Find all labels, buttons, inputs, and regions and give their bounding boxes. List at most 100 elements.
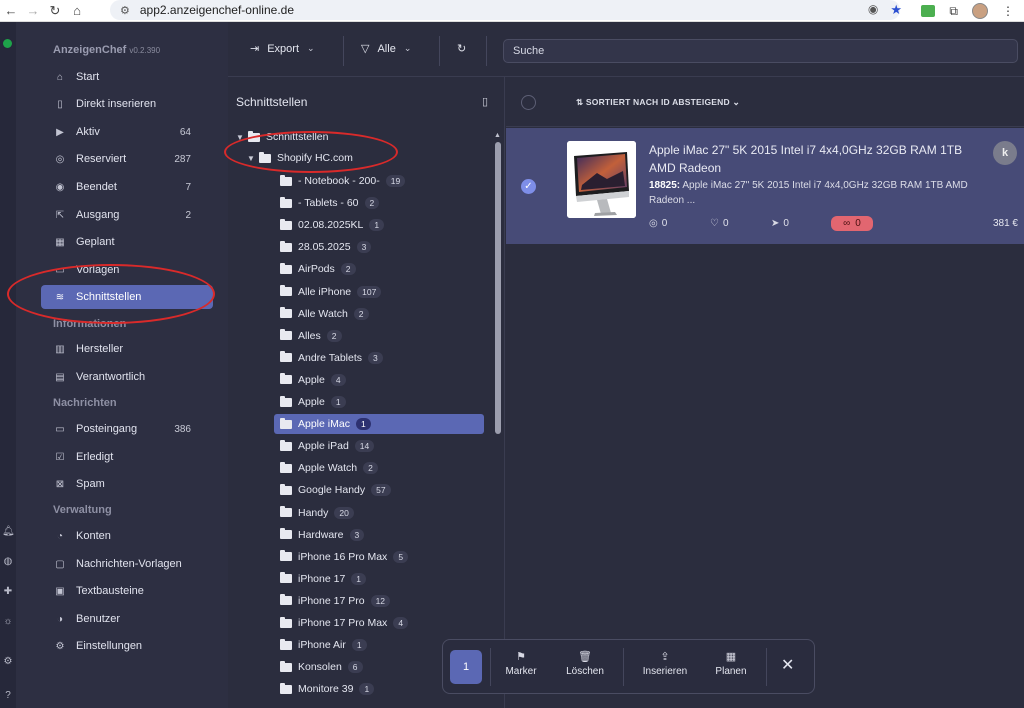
browser-menu-icon[interactable]: ⋮ [1002,4,1014,18]
publish-button[interactable]: ⇪ Inserieren [637,650,693,686]
sidebar-item-verantwortlich[interactable]: ▤ Verantwortlich [41,365,213,389]
tree-folder-item[interactable]: Konsolen 6 [280,657,363,677]
sort-lines-icon: ⇅ [576,97,584,107]
check-square-icon: ☑ [55,451,65,463]
tree-folder-item[interactable]: Apple iMac 1 [274,414,484,435]
select-all-checkbox[interactable] [521,95,536,110]
scroll-up-arrow-icon[interactable]: ▲ [494,132,501,139]
export-button[interactable]: ⇥ Export ⌄ [250,42,315,56]
tree-folder-item[interactable]: 02.08.2025KL 1 [280,215,385,235]
tree-folder-item[interactable]: - Notebook - 200- 19 [280,171,406,191]
tree-folder-item[interactable]: Apple 4 [280,370,346,390]
tree-node-shopify[interactable]: ▼ Shopify HC.com [247,148,353,168]
link-badge[interactable]: ∞ 0 [831,216,873,231]
tree-folder-item[interactable]: Monitore 39 1 [280,679,375,699]
selection-count[interactable]: 1 [450,650,482,684]
reload-icon[interactable]: ↻ [44,0,66,22]
folder-icon [280,307,292,319]
forward-icon[interactable]: → [22,0,44,22]
sidebar-item-start[interactable]: ⌂ Start [41,65,213,89]
sidebar-item-reserviert[interactable]: ◎ Reserviert 287 [41,147,213,171]
plan-button[interactable]: ▦ Planen [703,650,759,686]
account-avatar[interactable]: k [993,141,1017,165]
home-browser-icon[interactable]: ⌂ [66,0,88,22]
settings-rail-icon[interactable]: ⚙ [2,656,14,668]
help-icon[interactable]: ? [2,690,14,702]
tree-folder-item[interactable]: Alle Watch 2 [280,304,369,324]
caret-down-icon[interactable]: ▼ [236,133,248,142]
folder-icon [280,196,292,208]
tree-folder-item[interactable]: Apple 1 [280,392,346,412]
sidebar-item-nachrichten-vorlagen[interactable]: ▢ Nachrichten-Vorlagen [41,552,213,576]
eye-slash-icon[interactable]: ◉ [868,2,878,18]
sidebar-item-benutzer[interactable]: ◑ Benutzer [41,607,213,631]
refresh-button[interactable]: ↻ [457,42,466,55]
extensions-puzzle-icon[interactable]: ⧉ [949,4,958,19]
close-icon[interactable]: ✕ [781,655,794,675]
tree-folder-item[interactable]: Hardware 3 [280,525,365,545]
tree-folder-item[interactable]: iPhone 17 Pro Max 4 [280,613,409,633]
listing-thumbnail[interactable] [567,141,636,218]
scroll-thumb[interactable] [495,142,501,434]
sidebar-item-konten[interactable]: ◔ Konten [41,524,213,548]
tree-folder-item[interactable]: Apple Watch 2 [280,458,378,478]
app-brand: AnzeigenChef v0.2.390 [53,44,161,56]
sidebar-item-posteingang[interactable]: ▭ Posteingang 386 [41,417,213,441]
tree-folder-count: 1 [359,683,375,696]
main-toolbar: ⇥ Export ⌄ ▽ Alle ⌄ ↻ [228,22,1024,77]
bookmark-icon[interactable]: ▯ [482,95,488,108]
sidebar-item-einstellungen[interactable]: ⚙ Einstellungen [41,634,213,658]
sort-dropdown[interactable]: ⇅ SORTIERT NACH ID ABSTEIGEND ⌄ [576,97,740,108]
tree-folder-item[interactable]: Andre Tablets 3 [280,348,383,368]
globe-icon[interactable]: ◍ [2,556,14,568]
caret-down-icon[interactable]: ▼ [247,154,259,163]
folder-icon [280,240,292,252]
delete-button[interactable]: 🗑︎ Löschen [557,650,613,686]
bell-icon[interactable]: 🔔︎ [2,526,15,538]
profile-avatar[interactable] [972,3,988,19]
sidebar-item-ausgang[interactable]: ⇱ Ausgang 2 [41,203,213,227]
tree-folder-item[interactable]: Apple iPad 14 [280,436,375,456]
listing-price: 381 € [992,218,1018,229]
listing-card[interactable]: ✓ Apple iMac 27" 5K 2015 Intel i7 4x4,0G… [506,128,1024,244]
tree-folder-item[interactable]: - Tablets - 60 2 [280,193,380,213]
folder-icon [280,373,292,385]
address-bar[interactable]: ⚙ app2.anzeigenchef-online.de [110,0,900,20]
sidebar-item-schnittstellen[interactable]: ≋ Schnittstellen [41,285,213,309]
sidebar-item-aktiv[interactable]: ▶ Aktiv 64 [41,120,213,144]
tree-folder-item[interactable]: iPhone 17 Pro 12 [280,591,391,611]
tree-folder-item[interactable]: iPhone Air 1 [280,635,367,655]
sidebar-item-geplant[interactable]: ▦ Geplant [41,230,213,254]
sun-icon[interactable]: ☼ [2,616,14,628]
sidebar-item-erledigt[interactable]: ☑ Erledigt [41,445,213,469]
tree-folder-item[interactable]: Alles 2 [280,326,342,346]
back-icon[interactable]: ← [0,0,22,22]
bookmark-star-icon[interactable]: ★ [890,2,902,18]
tree-folder-item[interactable]: Google Handy 57 [280,480,391,500]
marker-button[interactable]: ⚑ Marker [493,650,549,686]
tree-folder-item[interactable]: AirPods 2 [280,259,356,279]
tree-folder-item[interactable]: iPhone 16 Pro Max 5 [280,547,409,567]
plugin-icon[interactable]: ✚ [2,586,14,598]
sidebar-item-hersteller[interactable]: ▥ Hersteller [41,337,213,361]
listing-checkbox-checked[interactable]: ✓ [521,179,536,194]
sidebar-item-beendet[interactable]: ◉ Beendet 7 [41,175,213,199]
sidebar-item-vorlagen[interactable]: ▭ Vorlagen [41,258,213,282]
tree-folder-item[interactable]: iPhone 17 1 [280,569,367,589]
extension-icon[interactable] [921,5,936,17]
sidebar-item-spam[interactable]: ⊠ Spam [41,472,213,496]
tree-scrollbar[interactable]: ▲ [494,132,501,708]
tree-folder-item[interactable]: Alle iPhone 107 [280,282,382,302]
sidebar-item-direkt-inserieren[interactable]: ▯ Direkt inserieren [41,92,213,116]
sidebar-item-textbausteine[interactable]: ▣ Textbausteine [41,579,213,603]
tree-folder-item[interactable]: 28.05.2025 3 [280,237,372,257]
filter-button[interactable]: ▽ Alle ⌄ [361,42,411,56]
tree-node-root[interactable]: ▼ Schnittstellen [236,127,328,147]
listing-title[interactable]: Apple iMac 27" 5K 2015 Intel i7 4x4,0GHz… [649,141,979,177]
tree-folder-item[interactable]: Handy 20 [280,503,354,523]
site-settings-icon[interactable]: ⚙ [120,4,130,17]
search-input[interactable] [503,39,1018,63]
tree-folder-count: 1 [351,639,367,652]
folder-icon [280,285,292,296]
tree-folder-count: 14 [354,440,375,453]
